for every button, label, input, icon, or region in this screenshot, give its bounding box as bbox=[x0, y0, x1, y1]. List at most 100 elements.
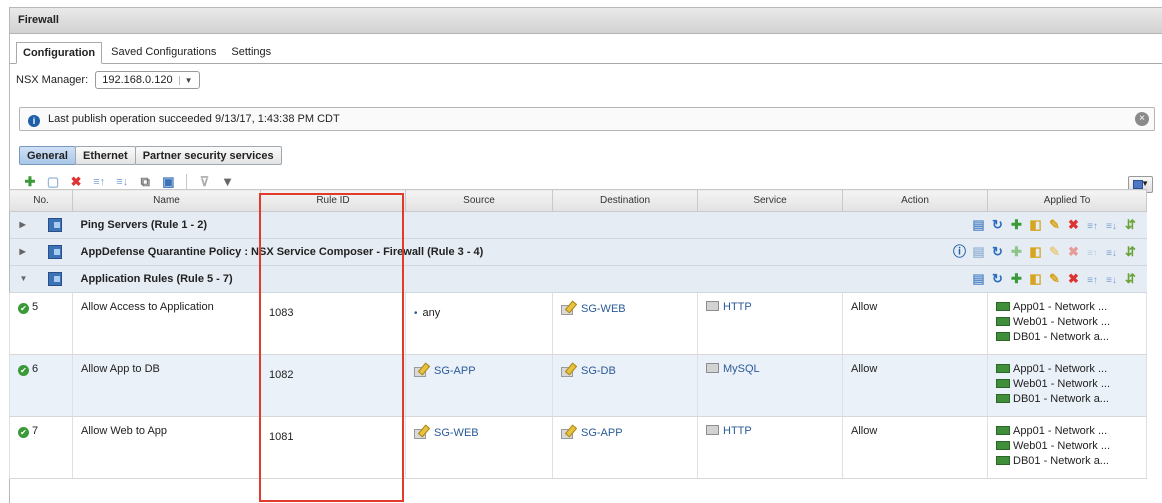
rule-source-cell[interactable]: • any bbox=[405, 292, 553, 355]
rule-name[interactable]: Allow Web to App bbox=[72, 416, 261, 479]
rule-name[interactable]: Allow Access to Application bbox=[72, 292, 261, 355]
add-icon[interactable]: ✚ bbox=[1009, 217, 1025, 233]
save-icon[interactable]: ▤ bbox=[971, 271, 987, 287]
col-no[interactable]: No. bbox=[9, 189, 73, 212]
close-icon[interactable]: × bbox=[1135, 112, 1149, 126]
rule-destination-cell[interactable]: SG-WEB bbox=[552, 292, 698, 355]
merge-icon[interactable]: ⇵ bbox=[1123, 244, 1139, 260]
rule-applied-to[interactable]: App01 - Network ... Web01 - Network ... … bbox=[987, 416, 1147, 479]
col-service[interactable]: Service bbox=[697, 189, 843, 212]
move-down-icon[interactable]: ≡↓ bbox=[1104, 246, 1120, 262]
col-name[interactable]: Name bbox=[72, 189, 261, 212]
rule-action[interactable]: Allow bbox=[842, 292, 988, 355]
table-row[interactable]: ✔ 6 Allow App to DB 1082 SG-APP SG-DB MyS… bbox=[9, 354, 1147, 417]
enabled-check-icon[interactable]: ✔ bbox=[18, 427, 29, 438]
rule-applied-to[interactable]: App01 - Network ... Web01 - Network ... … bbox=[987, 354, 1147, 417]
table-row[interactable]: ✔ 5 Allow Access to Application 1083 • any… bbox=[9, 292, 1147, 355]
network-icon bbox=[996, 379, 1010, 388]
add-rule-icon[interactable]: ✚ bbox=[23, 175, 37, 189]
move-down-icon[interactable]: ≡↓ bbox=[1104, 273, 1120, 289]
edit-icon[interactable]: ✎ bbox=[1047, 271, 1063, 287]
rule-action[interactable]: Allow bbox=[842, 354, 988, 417]
clear-filter-icon[interactable]: ⊽ bbox=[198, 175, 212, 189]
save-icon[interactable]: ▤ bbox=[971, 244, 987, 260]
merge-icon[interactable]: ⇵ bbox=[1123, 217, 1139, 233]
save-icon[interactable]: ▤ bbox=[971, 217, 987, 233]
rule-source[interactable]: SG-APP bbox=[434, 365, 476, 377]
enabled-check-icon[interactable]: ✔ bbox=[18, 365, 29, 376]
rule-destination-cell[interactable]: SG-APP bbox=[552, 416, 698, 479]
rule-service[interactable]: MySQL bbox=[723, 363, 760, 375]
collapse-arrow-icon[interactable]: ▼ bbox=[20, 274, 28, 283]
add-section-icon[interactable]: ◧ bbox=[1028, 244, 1044, 260]
rule-destination[interactable]: SG-DB bbox=[581, 365, 616, 377]
refresh-icon[interactable]: ↻ bbox=[990, 244, 1006, 260]
merge-icon[interactable]: ⇵ bbox=[1123, 271, 1139, 287]
col-applied-to[interactable]: Applied To bbox=[987, 189, 1147, 212]
refresh-icon[interactable]: ↻ bbox=[990, 271, 1006, 287]
rule-applied-to[interactable]: App01 - Network ... Web01 - Network ... … bbox=[987, 292, 1147, 355]
rule-service-cell[interactable]: HTTP bbox=[697, 292, 843, 355]
move-up-icon[interactable]: ≡↑ bbox=[92, 175, 106, 189]
delete-icon[interactable]: ✖ bbox=[1066, 271, 1082, 287]
rule-destination[interactable]: SG-WEB bbox=[581, 303, 626, 315]
expand-arrow-icon[interactable]: ▶ bbox=[20, 247, 26, 256]
applied-to-item: DB01 - Network a... bbox=[1013, 455, 1109, 467]
edit-icon[interactable]: ✎ bbox=[1047, 217, 1063, 233]
add-section-icon[interactable]: ◧ bbox=[1028, 271, 1044, 287]
table-row[interactable]: ✔ 7 Allow Web to App 1081 SG-WEB SG-APP H… bbox=[9, 416, 1147, 479]
rule-service[interactable]: HTTP bbox=[723, 425, 752, 437]
rule-no: 7 bbox=[32, 425, 39, 437]
enabled-check-icon[interactable]: ✔ bbox=[18, 303, 29, 314]
add-section-icon[interactable]: ◧ bbox=[1028, 217, 1044, 233]
tab-saved-configurations[interactable]: Saved Configurations bbox=[105, 42, 222, 63]
add-icon[interactable]: ✚ bbox=[1009, 271, 1025, 287]
rule-action[interactable]: Allow bbox=[842, 416, 988, 479]
add-section-icon[interactable]: ⧉ bbox=[138, 175, 152, 189]
section-row[interactable]: ▶ AppDefense Quarantine Policy : NSX Ser… bbox=[9, 238, 1147, 266]
move-down-icon[interactable]: ≡↓ bbox=[1104, 219, 1120, 235]
rule-name[interactable]: Allow App to DB bbox=[72, 354, 261, 417]
col-destination[interactable]: Destination bbox=[552, 189, 698, 212]
rule-source-cell[interactable]: SG-APP bbox=[405, 354, 553, 417]
move-up-icon[interactable]: ≡↑ bbox=[1085, 219, 1101, 235]
col-action[interactable]: Action bbox=[842, 189, 988, 212]
section-row[interactable]: ▼ Application Rules (Rule 5 - 7) ▤ ↻ ✚ ◧ ✎ ✖ ≡… bbox=[9, 265, 1147, 293]
col-rule-id[interactable]: Rule ID bbox=[260, 189, 406, 212]
nsx-manager-select[interactable]: 192.168.0.120 ▼ bbox=[95, 71, 200, 89]
tab-general[interactable]: General bbox=[19, 146, 76, 165]
tab-settings[interactable]: Settings bbox=[225, 42, 277, 63]
rule-service-cell[interactable]: MySQL bbox=[697, 354, 843, 417]
section-actions: ▤ ↻ ✚ ◧ ✎ ✖ ≡↑ ≡↓ ⇵ bbox=[968, 217, 1139, 235]
main-tabs: Configuration Saved Configurations Setti… bbox=[10, 42, 1162, 64]
rule-no-cell: ✔ 6 bbox=[9, 354, 73, 417]
edit-icon[interactable]: ✎ bbox=[1047, 244, 1063, 260]
info-icon[interactable]: ⓘ bbox=[952, 244, 968, 260]
delete-rule-icon[interactable]: ✖ bbox=[69, 175, 83, 189]
copy-rule-icon[interactable]: ▢ bbox=[46, 175, 60, 189]
rule-destination-cell[interactable]: SG-DB bbox=[552, 354, 698, 417]
move-up-icon[interactable]: ≡↑ bbox=[1085, 273, 1101, 289]
expand-arrow-icon[interactable]: ▶ bbox=[20, 220, 26, 229]
rule-destination[interactable]: SG-APP bbox=[581, 427, 623, 439]
move-up-icon[interactable]: ≡↑ bbox=[1085, 246, 1101, 262]
section-icon bbox=[47, 218, 62, 232]
section-row[interactable]: ▶ Ping Servers (Rule 1 - 2) ▤ ↻ ✚ ◧ ✎ ✖ ≡↑ ≡↓ ⇵ bbox=[9, 211, 1147, 239]
rule-service-cell[interactable]: HTTP bbox=[697, 416, 843, 479]
move-down-icon[interactable]: ≡↓ bbox=[115, 175, 129, 189]
tab-ethernet[interactable]: Ethernet bbox=[75, 146, 136, 165]
filter-icon[interactable]: ▼ bbox=[221, 175, 235, 189]
applied-to-item: Web01 - Network ... bbox=[1013, 378, 1110, 390]
publish-icon[interactable]: ▣ bbox=[161, 175, 175, 189]
rule-service[interactable]: HTTP bbox=[723, 301, 752, 313]
refresh-icon[interactable]: ↻ bbox=[990, 217, 1006, 233]
col-source[interactable]: Source bbox=[405, 189, 553, 212]
add-icon[interactable]: ✚ bbox=[1009, 244, 1025, 260]
rule-id: 1081 bbox=[260, 416, 406, 479]
delete-icon[interactable]: ✖ bbox=[1066, 217, 1082, 233]
tab-configuration[interactable]: Configuration bbox=[16, 42, 103, 64]
tab-partner-security-services[interactable]: Partner security services bbox=[134, 146, 282, 165]
rule-source[interactable]: SG-WEB bbox=[434, 427, 479, 439]
rule-source-cell[interactable]: SG-WEB bbox=[405, 416, 553, 479]
delete-icon[interactable]: ✖ bbox=[1066, 244, 1082, 260]
